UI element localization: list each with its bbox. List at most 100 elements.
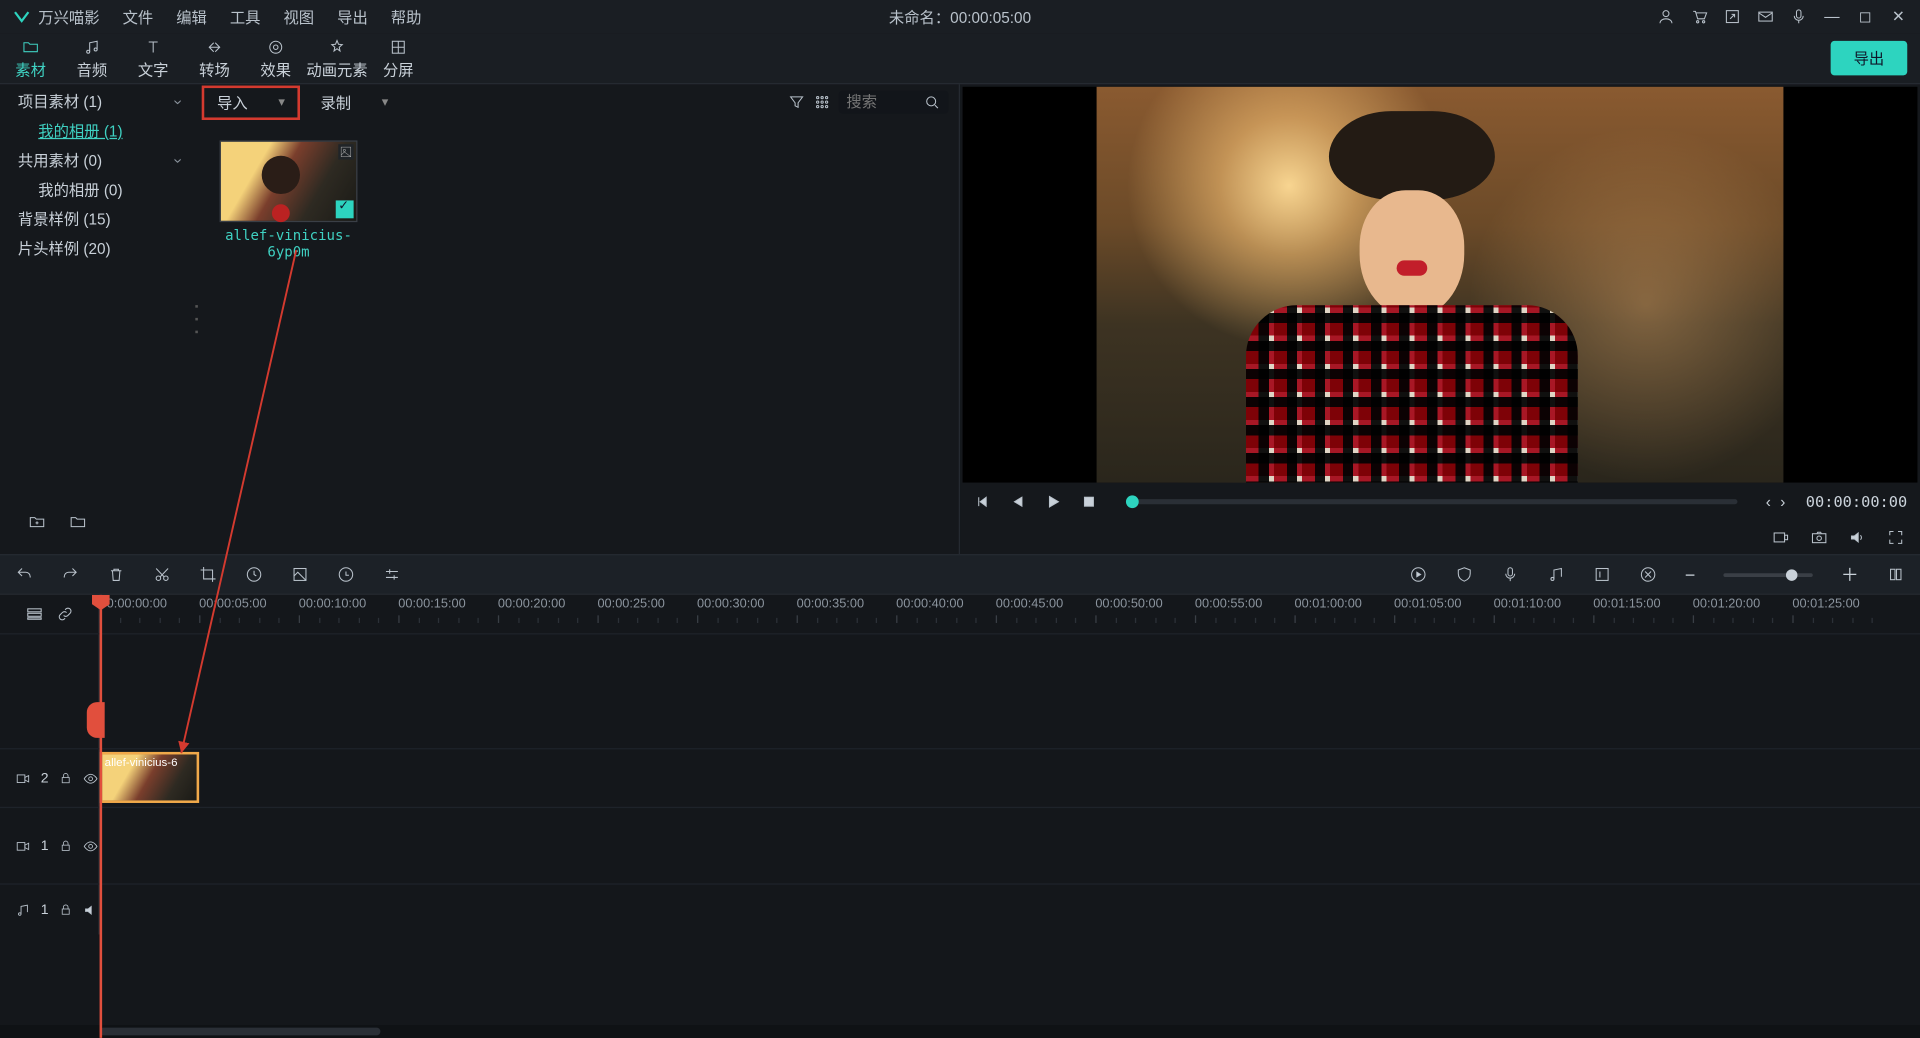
sidebar-item-label: 背景样例 (15)	[18, 208, 111, 230]
progress-knob[interactable]	[1126, 495, 1139, 508]
player-progress[interactable]	[1126, 499, 1738, 504]
zoom-out-icon[interactable]: −	[1685, 564, 1695, 584]
playhead[interactable]	[100, 595, 103, 1038]
menu-file[interactable]: 文件	[112, 6, 163, 28]
mail-icon[interactable]	[1757, 8, 1775, 26]
timeline-ruler[interactable]: 00:00:00:0000:00:05:0000:00:10:0000:00:1…	[100, 595, 1920, 633]
menu-export[interactable]: 导出	[327, 6, 378, 28]
fit-icon[interactable]	[1887, 566, 1905, 584]
app-root: 万兴喵影 文件 编辑 工具 视图 导出 帮助 未命名：00:00:05:00 ―…	[0, 0, 1920, 1038]
sidebar-item-project[interactable]: 项目素材 (1)	[0, 87, 191, 116]
volume-icon[interactable]	[1849, 529, 1867, 547]
quality-icon[interactable]	[1772, 529, 1790, 547]
scrollbar-thumb[interactable]	[100, 1028, 381, 1036]
preview-canvas[interactable]	[963, 87, 1918, 483]
zoom-knob[interactable]	[1786, 569, 1797, 580]
track-spacer	[0, 633, 1920, 748]
color-icon[interactable]	[291, 566, 309, 584]
adjust-icon[interactable]	[383, 566, 401, 584]
zoom-slider[interactable]	[1723, 573, 1812, 577]
tab-split[interactable]: 分屏	[368, 36, 429, 81]
audio-track-icon[interactable]	[1547, 566, 1565, 584]
delete-icon[interactable]	[107, 566, 125, 584]
search-input[interactable]	[846, 93, 915, 111]
clip-label: allef-vinicius-6	[105, 756, 178, 769]
chevron-down-icon: ▾	[278, 95, 284, 109]
tab-media[interactable]: 素材	[0, 36, 61, 81]
new-folder-icon[interactable]	[28, 513, 46, 531]
cart-icon[interactable]	[1690, 8, 1708, 26]
marker-shield-icon[interactable]	[1455, 566, 1473, 584]
window-close[interactable]: ✕	[1889, 8, 1907, 26]
manage-tracks-icon[interactable]	[25, 605, 43, 623]
mute-icon[interactable]	[83, 902, 98, 917]
menu-edit[interactable]: 编辑	[166, 6, 217, 28]
lock-icon[interactable]	[59, 903, 73, 917]
app-logo-icon	[13, 8, 31, 26]
tab-transition[interactable]: 转场	[184, 36, 245, 81]
render-icon[interactable]	[1409, 566, 1427, 584]
tab-effect[interactable]: 效果	[245, 36, 306, 81]
play-icon[interactable]	[1044, 493, 1062, 511]
clock-icon[interactable]	[337, 566, 355, 584]
lock-icon[interactable]	[59, 839, 73, 853]
cut-icon[interactable]	[153, 566, 171, 584]
sidebar-item-myalbum-0[interactable]: 我的相册 (0)	[0, 175, 191, 204]
playhead-grip[interactable]	[87, 702, 105, 738]
launch-icon[interactable]	[1723, 8, 1741, 26]
pane-resize-handle[interactable]	[191, 300, 201, 338]
stop-icon[interactable]	[1080, 493, 1098, 511]
track-lane-a1[interactable]	[100, 885, 1920, 935]
undo-icon[interactable]	[15, 566, 33, 584]
window-maximize[interactable]: ◻	[1856, 8, 1874, 26]
visibility-icon[interactable]	[83, 770, 98, 785]
redo-icon[interactable]	[61, 566, 79, 584]
crop-icon[interactable]	[199, 566, 217, 584]
search-box[interactable]	[839, 91, 949, 114]
media-thumb[interactable]: allef-vinicius-6yp0m	[220, 140, 358, 260]
mic-icon[interactable]	[1790, 8, 1808, 26]
user-icon[interactable]	[1657, 8, 1675, 26]
bracket-nav[interactable]: ‹ ›	[1766, 493, 1788, 511]
grid-view-icon[interactable]	[813, 93, 831, 111]
open-folder-icon[interactable]	[69, 513, 87, 531]
import-dropdown[interactable]: 导入 ▾	[202, 85, 300, 119]
sidebar-item-bg[interactable]: 背景样例 (15)	[0, 204, 191, 233]
timeline-scrollbar[interactable]	[0, 1025, 1920, 1038]
lock-icon[interactable]	[59, 771, 73, 785]
tab-animation[interactable]: 动画元素	[306, 36, 367, 81]
menu-tools[interactable]: 工具	[220, 6, 271, 28]
tab-audio[interactable]: 音频	[61, 36, 122, 81]
play-backward-icon[interactable]	[1009, 493, 1027, 511]
record-dropdown[interactable]: 录制 ▾	[308, 87, 401, 116]
sidebar-item-shared[interactable]: 共用素材 (0)	[0, 146, 191, 175]
app-name: 万兴喵影	[38, 6, 99, 28]
text-icon	[144, 38, 162, 56]
mark-out-icon[interactable]	[1639, 566, 1657, 584]
track-lane-v1[interactable]	[100, 808, 1920, 883]
fullscreen-icon[interactable]	[1887, 529, 1905, 547]
speed-icon[interactable]	[245, 566, 263, 584]
track-lane-v2[interactable]: allef-vinicius-6	[100, 749, 1920, 806]
timeline-clip[interactable]: allef-vinicius-6	[100, 752, 200, 803]
track-video-2: 2 allef-vinicius-6	[0, 748, 1920, 807]
prev-frame-icon[interactable]	[973, 493, 991, 511]
mark-in-icon[interactable]	[1593, 566, 1611, 584]
menu-help[interactable]: 帮助	[381, 6, 432, 28]
window-minimize[interactable]: ―	[1823, 8, 1841, 26]
snapshot-icon[interactable]	[1810, 529, 1828, 547]
player-controls: ‹ › 00:00:00:00	[960, 483, 1920, 521]
filter-icon[interactable]	[788, 93, 806, 111]
export-button[interactable]: 导出	[1831, 41, 1908, 75]
video-track-icon	[15, 838, 30, 853]
sidebar-item-intro[interactable]: 片头样例 (20)	[0, 234, 191, 263]
voiceover-icon[interactable]	[1501, 566, 1519, 584]
menu-view[interactable]: 视图	[273, 6, 324, 28]
link-icon[interactable]	[56, 605, 74, 623]
tab-split-label: 分屏	[383, 61, 414, 79]
tab-text[interactable]: 文字	[123, 36, 184, 81]
preview-pane: ‹ › 00:00:00:00	[960, 84, 1920, 554]
visibility-icon[interactable]	[83, 838, 98, 853]
zoom-in-icon[interactable]: ＋	[1841, 562, 1859, 588]
sidebar-item-myalbum-1[interactable]: 我的相册 (1)	[0, 116, 191, 145]
